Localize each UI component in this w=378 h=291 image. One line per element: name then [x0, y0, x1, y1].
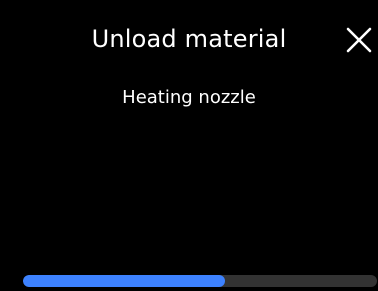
close-icon [346, 27, 372, 53]
progress-bar-fill [23, 275, 225, 287]
unload-material-screen: Unload material Heating nozzle [0, 0, 378, 291]
status-text: Heating nozzle [122, 87, 256, 108]
close-button[interactable] [344, 25, 374, 55]
progress-bar [23, 275, 377, 287]
page-title: Unload material [91, 25, 287, 53]
